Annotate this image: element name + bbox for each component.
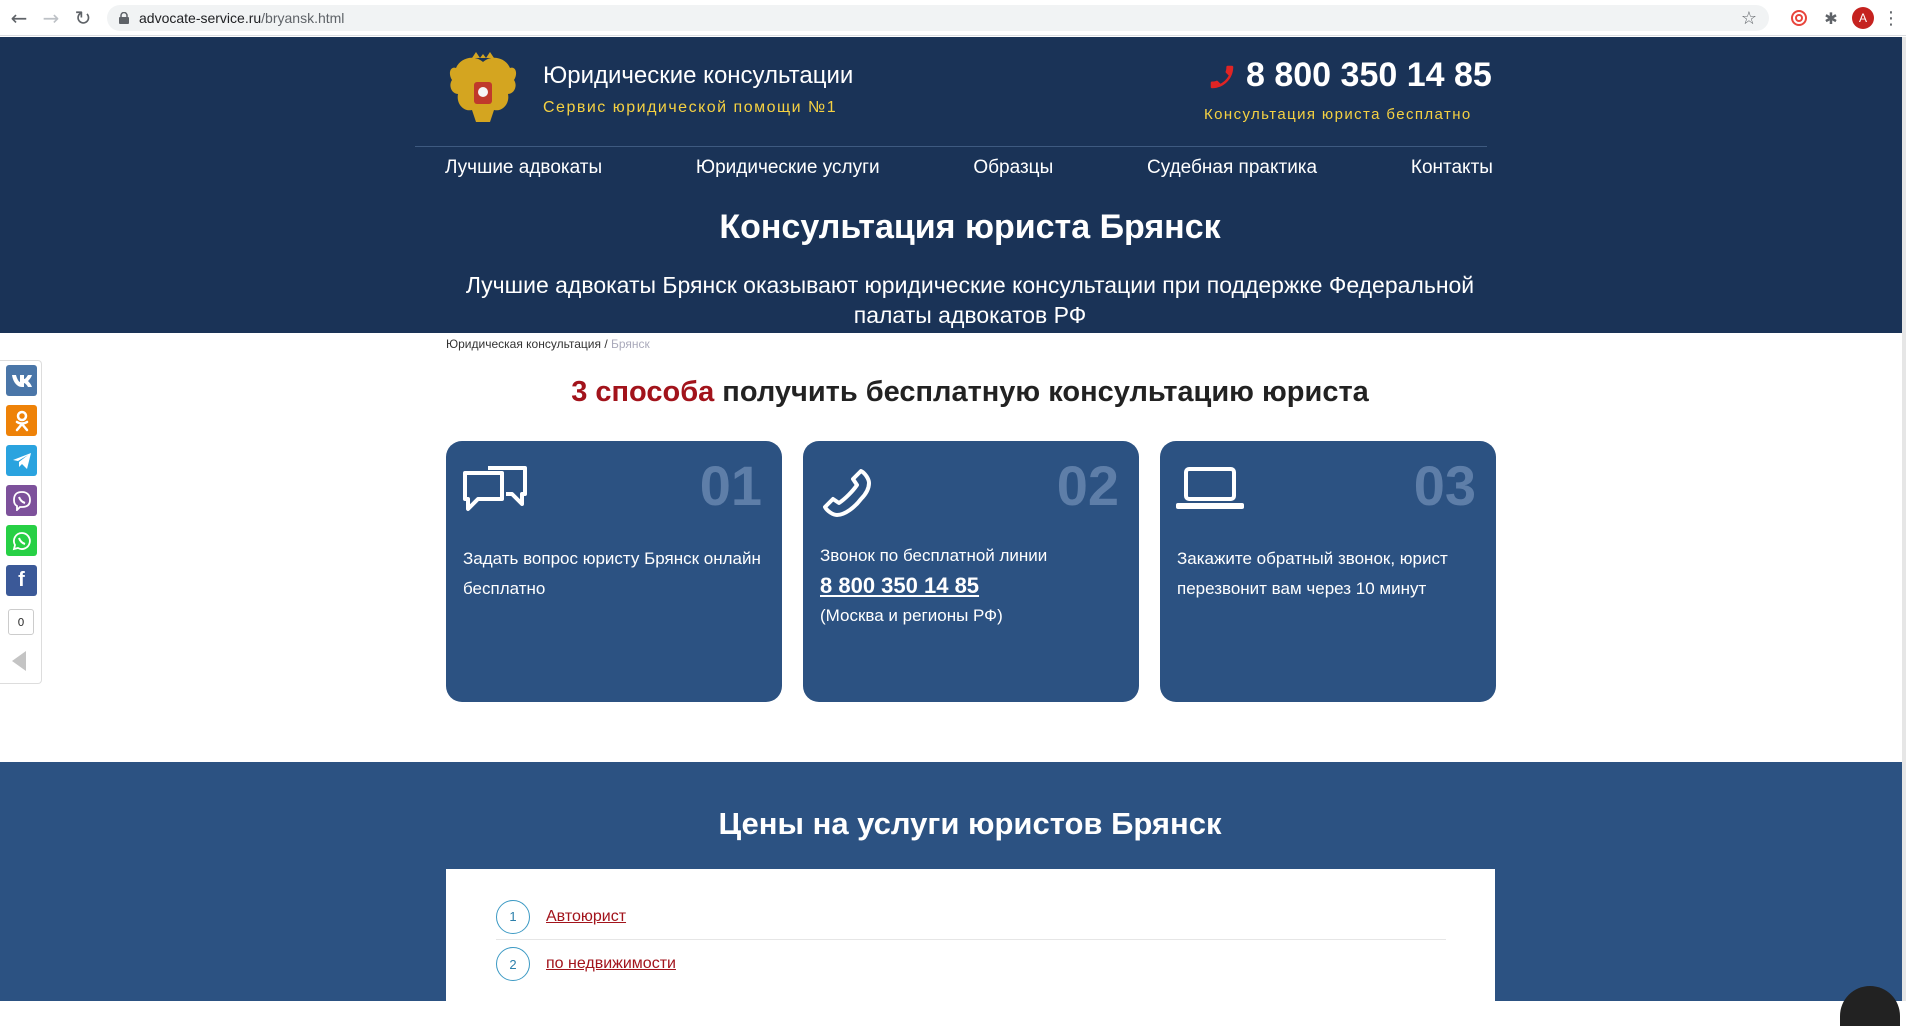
address-bar[interactable]: advocate-service.ru/bryansk.html ☆	[107, 5, 1769, 31]
brand-title[interactable]: Юридические консультации	[543, 62, 853, 90]
menu-item-best-lawyers[interactable]: Лучшие адвокаты	[445, 157, 602, 179]
lock-icon	[119, 11, 131, 25]
breadcrumb-current: Брянск	[611, 337, 650, 351]
browser-toolbar: ← → ↻ advocate-service.ru/bryansk.html ☆…	[0, 0, 1906, 36]
extensions-puzzle-icon[interactable]: ✱	[1820, 7, 1842, 29]
prices-title: Цены на услуги юристов Брянск	[718, 806, 1222, 841]
browser-menu-icon[interactable]: ⋮	[1880, 7, 1902, 29]
ways-title: 3 способа получить бесплатную консультац…	[0, 376, 1906, 409]
reload-icon[interactable]: ↻	[70, 5, 96, 31]
phone-caption: Консультация юриста бесплатно	[1204, 106, 1472, 123]
way-text: Закажите обратный звонок, юрист перезвон…	[1177, 549, 1448, 598]
whatsapp-share-icon[interactable]	[6, 525, 37, 556]
bookmark-star-icon[interactable]: ☆	[1741, 8, 1757, 29]
list-item[interactable]: 2 по недвижимости	[496, 941, 1446, 987]
url-text: advocate-service.ru/bryansk.html	[139, 10, 345, 26]
viber-share-icon[interactable]	[6, 485, 37, 516]
list-item[interactable]: 1 Автоюрист	[496, 894, 1446, 940]
phone-icon	[1207, 62, 1237, 92]
menu-item-samples[interactable]: Образцы	[973, 157, 1053, 179]
way-number: 01	[699, 454, 762, 517]
main-menu: Лучшие адвокаты Юридические услуги Образ…	[445, 157, 1493, 179]
brand-subtitle: Сервис юридической помощи №1	[543, 99, 838, 116]
profile-avatar[interactable]: A	[1852, 7, 1874, 29]
breadcrumb: Юридическая консультация / Брянск	[446, 337, 650, 351]
price-link-autolawyer[interactable]: Автоюрист	[546, 908, 626, 926]
odnoklassniki-share-icon[interactable]	[6, 405, 37, 436]
phone-handset-icon	[819, 465, 873, 523]
price-link-real-estate[interactable]: по недвижимости	[546, 955, 676, 973]
menu-item-legal-services[interactable]: Юридические услуги	[696, 157, 880, 179]
share-counter: 0	[8, 609, 34, 635]
way-card-callback[interactable]: 03 Закажите обратный звонок, юрист перез…	[1160, 441, 1496, 702]
item-number: 2	[496, 947, 530, 981]
collapse-arrow-icon[interactable]	[12, 651, 26, 671]
page-title: Консультация юриста Брянск	[719, 208, 1221, 246]
way-number: 03	[1413, 454, 1476, 517]
facebook-share-icon[interactable]: f	[6, 565, 37, 596]
breadcrumb-home[interactable]: Юридическая консультация	[446, 337, 601, 351]
ways-title-accent: 3 способа	[571, 376, 715, 408]
item-number: 1	[496, 899, 530, 934]
way-call-block: Звонок по бесплатной линии 8 800 350 14 …	[820, 541, 1120, 631]
menu-item-contacts[interactable]: Контакты	[1411, 157, 1493, 179]
way-note: (Москва и регионы РФ)	[820, 606, 1003, 625]
telegram-share-icon[interactable]	[6, 445, 37, 476]
back-icon[interactable]: ←	[6, 5, 32, 31]
chat-icon	[462, 465, 528, 519]
coat-of-arms-logo[interactable]	[446, 52, 520, 130]
ways-title-rest: получить бесплатную консультацию юриста	[714, 376, 1369, 408]
breadcrumb-separator: /	[601, 337, 612, 351]
way-text: Звонок по бесплатной линии	[820, 546, 1048, 565]
menu-item-court-practice[interactable]: Судебная практика	[1147, 157, 1317, 179]
header-phone[interactable]: 8 800 350 14 85	[1246, 56, 1492, 95]
free-line-phone-link[interactable]: 8 800 350 14 85	[820, 571, 1120, 601]
prices-list: 1 Автоюрист 2 по недвижимости	[446, 869, 1495, 1009]
forward-icon[interactable]: →	[38, 5, 64, 31]
extension-target-icon[interactable]	[1788, 7, 1810, 29]
way-number: 02	[1056, 454, 1119, 517]
hero-subtitle: Лучшие адвокаты Брянск оказывают юридиче…	[465, 272, 1475, 328]
way-card-question[interactable]: 01 Задать вопрос юристу Брянск онлайн бе…	[446, 441, 782, 702]
header-divider	[415, 146, 1487, 147]
laptop-icon	[1176, 465, 1244, 515]
page-scrollbar[interactable]	[1902, 37, 1906, 1001]
way-text: Задать вопрос юристу Брянск онлайн беспл…	[463, 549, 761, 598]
way-card-call[interactable]: 02 Звонок по бесплатной линии 8 800 350 …	[803, 441, 1139, 702]
prices-section: Цены на услуги юристов Брянск 1 Автоюрис…	[0, 762, 1902, 1009]
